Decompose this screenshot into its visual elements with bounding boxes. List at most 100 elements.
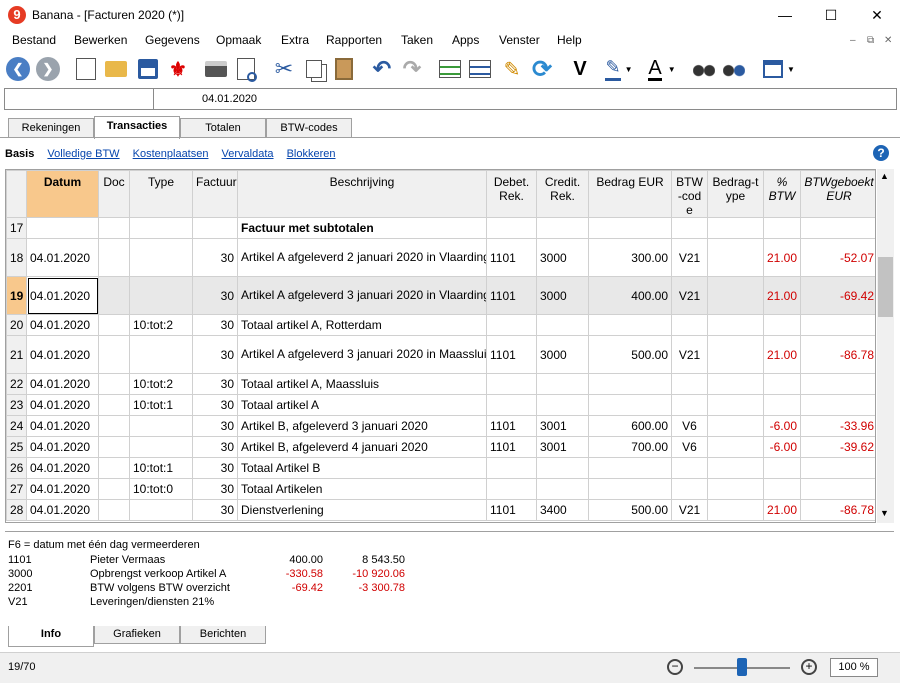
cell-type[interactable] [129, 499, 193, 521]
col-header-credit[interactable]: Credit. Rek. [536, 170, 589, 218]
cell-doc[interactable] [98, 394, 130, 416]
cell-edit-bar[interactable]: 04.01.2020 [4, 88, 897, 110]
cell-doc[interactable] [98, 217, 130, 239]
cell-doc[interactable] [98, 415, 130, 437]
menu-apps[interactable]: Apps [452, 33, 479, 47]
cell-btw-geboekt[interactable]: -69.42 [800, 276, 875, 315]
cell-pct-btw[interactable] [763, 457, 801, 479]
cell-pct-btw[interactable]: -6.00 [763, 436, 801, 458]
cell-type[interactable]: 10:tot:0 [129, 478, 193, 500]
zoom-slider-thumb[interactable] [737, 658, 747, 676]
cell-bedrag[interactable] [588, 457, 672, 479]
cell-btw-geboekt[interactable]: -33.96 [800, 415, 875, 437]
cell-beschrijving[interactable]: Totaal Artikelen [237, 478, 487, 500]
forward-button[interactable]: ❯ [34, 55, 62, 83]
cell-btw-code[interactable]: V21 [671, 335, 708, 374]
cell-doc[interactable] [98, 238, 130, 277]
cell-beschrijving[interactable]: Artikel B, afgeleverd 3 januari 2020 [237, 415, 487, 437]
cell-factuur[interactable]: 30 [192, 436, 238, 458]
cell-datum[interactable]: 04.01.2020 [26, 394, 99, 416]
cell-beschrijving[interactable]: Artikel A afgeleverd 3 januari 2020 in V… [237, 276, 487, 315]
table-row[interactable]: 25 04.01.2020 30 Artikel B, afgeleverd 4 ja… [6, 436, 875, 458]
view-kostenplaatsen[interactable]: Kostenplaatsen [133, 148, 209, 160]
cell-debet[interactable] [486, 373, 537, 395]
table-row[interactable]: 26 04.01.2020 10:tot:1 30 Totaal Artikel B [6, 457, 875, 479]
col-header-datum[interactable]: Datum [26, 170, 99, 218]
cell-debet[interactable] [486, 457, 537, 479]
cell-btw-code[interactable]: V21 [671, 276, 708, 315]
cell-bedrag-type[interactable] [707, 217, 764, 239]
menu-bewerken[interactable]: Bewerken [74, 33, 127, 47]
cell-bedrag[interactable] [588, 314, 672, 336]
menu-help[interactable]: Help [557, 33, 582, 47]
cell-bedrag-type[interactable] [707, 436, 764, 458]
cell-bedrag[interactable]: 500.00 [588, 499, 672, 521]
table-row[interactable]: 18 04.01.2020 30 Artikel A afgeleverd 2 jan… [6, 238, 875, 277]
cell-datum[interactable]: 04.01.2020 [26, 457, 99, 479]
cell-credit[interactable]: 3000 [536, 276, 589, 315]
view-basis[interactable]: Basis [5, 148, 34, 160]
cell-btw-geboekt[interactable] [800, 373, 875, 395]
cell-btw-geboekt[interactable] [800, 457, 875, 479]
row-number[interactable]: 21 [6, 335, 27, 374]
cell-datum[interactable]: 04.01.2020 [26, 238, 99, 277]
cell-bedrag-type[interactable] [707, 457, 764, 479]
pdf-export-button[interactable]: ⚜ [164, 55, 192, 83]
cell-datum[interactable] [26, 217, 99, 239]
find-next-button[interactable] [720, 55, 748, 83]
cell-btw-code[interactable]: V6 [671, 436, 708, 458]
cell-doc[interactable] [98, 436, 130, 458]
scrollbar-thumb[interactable] [878, 257, 893, 317]
edit-button[interactable]: ✎ [498, 55, 526, 83]
cell-type[interactable] [129, 217, 193, 239]
col-header-type[interactable]: Type [129, 170, 193, 218]
cell-value-field[interactable]: 04.01.2020 [202, 93, 257, 105]
menu-gegevens[interactable]: Gegevens [145, 33, 200, 47]
cell-debet[interactable]: 1101 [486, 499, 537, 521]
cell-btw-code[interactable]: V6 [671, 415, 708, 437]
save-button[interactable] [134, 55, 162, 83]
cell-pct-btw[interactable]: 21.00 [763, 499, 801, 521]
mdi-restore-button[interactable]: ⧉ [867, 35, 874, 46]
maximize-button[interactable]: ☐ [808, 0, 854, 31]
undo-button[interactable]: ↶ [368, 55, 396, 83]
cell-btw-geboekt[interactable] [800, 478, 875, 500]
table-row[interactable]: 20 04.01.2020 10:tot:2 30 Totaal artikel A, … [6, 314, 875, 336]
cell-doc[interactable] [98, 314, 130, 336]
cell-debet[interactable]: 1101 [486, 276, 537, 315]
col-header-doc[interactable]: Doc [98, 170, 130, 218]
cell-credit[interactable]: 3400 [536, 499, 589, 521]
cell-beschrijving[interactable]: Artikel A afgeleverd 3 januari 2020 in M… [237, 335, 487, 374]
cell-datum[interactable]: 04.01.2020 [26, 499, 99, 521]
cell-datum[interactable]: 04.01.2020 [26, 314, 99, 336]
cell-bedrag[interactable] [588, 217, 672, 239]
cell-beschrijving[interactable]: Factuur met subtotalen [237, 217, 487, 239]
cell-beschrijving[interactable]: Artikel B, afgeleverd 4 januari 2020 [237, 436, 487, 458]
insert-row-button[interactable] [436, 55, 464, 83]
table-row[interactable]: 19 04.01.2020 30 Artikel A afgeleverd 3 jan… [6, 276, 875, 315]
back-button[interactable]: ❮ [4, 55, 32, 83]
cell-factuur[interactable]: 30 [192, 373, 238, 395]
cell-credit[interactable] [536, 394, 589, 416]
row-number[interactable]: 19 [6, 276, 27, 315]
cell-doc[interactable] [98, 276, 130, 315]
cell-btw-geboekt[interactable] [800, 314, 875, 336]
cell-factuur[interactable]: 30 [192, 314, 238, 336]
highlight-color-button[interactable]: ✎ ▼ [600, 55, 638, 83]
cell-pct-btw[interactable]: -6.00 [763, 415, 801, 437]
col-header-btw-geboekt[interactable]: BTWgeboekt EUR [800, 170, 875, 218]
cell-btw-code[interactable] [671, 394, 708, 416]
cell-beschrijving[interactable]: Totaal artikel A [237, 394, 487, 416]
cell-debet[interactable] [486, 217, 537, 239]
cell-doc[interactable] [98, 478, 130, 500]
copy-button[interactable] [300, 55, 328, 83]
zoom-level-field[interactable]: 100 % [830, 658, 878, 677]
cell-debet[interactable] [486, 478, 537, 500]
cell-bedrag-type[interactable] [707, 314, 764, 336]
cell-btw-code[interactable] [671, 457, 708, 479]
row-number[interactable]: 17 [6, 217, 27, 239]
close-button[interactable]: ✕ [854, 0, 900, 31]
cell-bedrag[interactable] [588, 373, 672, 395]
cell-credit[interactable]: 3000 [536, 238, 589, 277]
cell-datum[interactable]: 04.01.2020 [26, 335, 99, 374]
